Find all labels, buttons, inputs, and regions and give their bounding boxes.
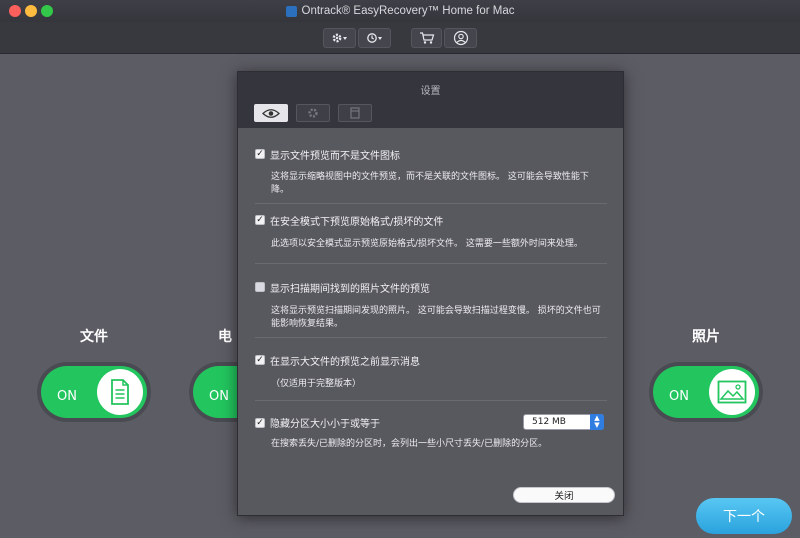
toggle-on-label: ON (57, 389, 77, 404)
history-menu-button[interactable] (358, 28, 391, 48)
toggle-on-label: ON (209, 389, 229, 404)
gear-icon (308, 108, 318, 118)
option-file-preview-label: 显示文件预览而不是文件图标 (270, 151, 400, 162)
divider (255, 400, 607, 401)
option-large-file-message-desc: （仅适用于完整版本） (271, 379, 362, 389)
option-photo-preview-desc: 这将显示预览扫描期间发现的照片。 这可能会导致扫描过程变慢。 损坏的文件也可能影… (271, 306, 601, 329)
gear-icon (332, 33, 347, 43)
document-icon (97, 369, 143, 415)
image-icon (709, 369, 755, 415)
close-button[interactable]: 关闭 (513, 487, 615, 503)
category-label-photos: 照片 (692, 329, 720, 345)
settings-dialog: 设置 ✓ 显示文件预览而不是文件图标 这将显示缩略视图中的文件预览，而不是关联的… (237, 71, 624, 516)
category-label-mail: 电 (218, 329, 232, 345)
option-safe-mode-label: 在安全模式下预览原始格式/损坏的文件 (270, 217, 444, 228)
tab-advanced[interactable] (296, 104, 330, 122)
option-large-file-message-label: 在显示大文件的预览之前显示消息 (270, 357, 420, 368)
title-bar: Ontrack® EasyRecovery™ Home for Mac (0, 0, 800, 22)
option-hide-partition-label: 隐藏分区大小小于或等于 (270, 419, 380, 430)
dialog-header: 设置 (238, 72, 623, 128)
app-logo-icon (285, 5, 297, 17)
tab-filter[interactable] (338, 104, 372, 122)
partition-size-select[interactable]: 512 MB ▲ ▼ (523, 414, 604, 430)
dialog-title: 设置 (420, 86, 441, 97)
next-button[interactable]: 下一个 (696, 498, 792, 534)
photos-toggle[interactable]: ON (649, 362, 763, 422)
option-large-file-message-checkbox[interactable]: ✓ (255, 355, 265, 365)
toggle-on-label: ON (669, 389, 689, 404)
option-safe-mode-desc: 此选项以安全模式显示预览原始格式/损坏文件。 这需要一些额外时间来处理。 (271, 239, 583, 249)
option-photo-preview-label: 显示扫描期间找到的照片文件的预览 (270, 284, 430, 295)
user-account-button[interactable] (444, 28, 477, 48)
divider (255, 263, 607, 264)
option-safe-mode-checkbox[interactable]: ✓ (255, 215, 265, 225)
option-file-preview-desc: 这将显示缩略视图中的文件预览，而不是关联的文件图标。 这可能会导致性能下降。 (271, 172, 589, 195)
history-icon (366, 33, 382, 43)
option-file-preview-checkbox[interactable]: ✓ (255, 149, 265, 159)
eye-icon (262, 108, 280, 118)
user-icon (453, 30, 468, 46)
option-photo-preview-checkbox[interactable] (255, 282, 265, 292)
partition-size-value: 512 MB (532, 417, 566, 427)
filter-icon (350, 107, 360, 119)
settings-menu-button[interactable] (323, 28, 356, 48)
divider (255, 203, 607, 204)
window-title: Ontrack® EasyRecovery™ Home for Mac (301, 5, 515, 17)
cart-icon (419, 32, 434, 44)
select-arrows-icon: ▲ ▼ (590, 414, 604, 430)
files-toggle[interactable]: ON (37, 362, 151, 422)
tab-preview[interactable] (254, 104, 288, 122)
cart-button[interactable] (411, 28, 442, 48)
divider (255, 337, 607, 338)
category-label-files: 文件 (80, 329, 108, 345)
option-hide-partition-checkbox[interactable]: ✓ (255, 418, 265, 428)
toolbar (0, 22, 800, 54)
option-hide-partition-desc: 在搜索丢失/已删除的分区时，会列出一些小尺寸丢失/已删除的分区。 (271, 439, 548, 449)
